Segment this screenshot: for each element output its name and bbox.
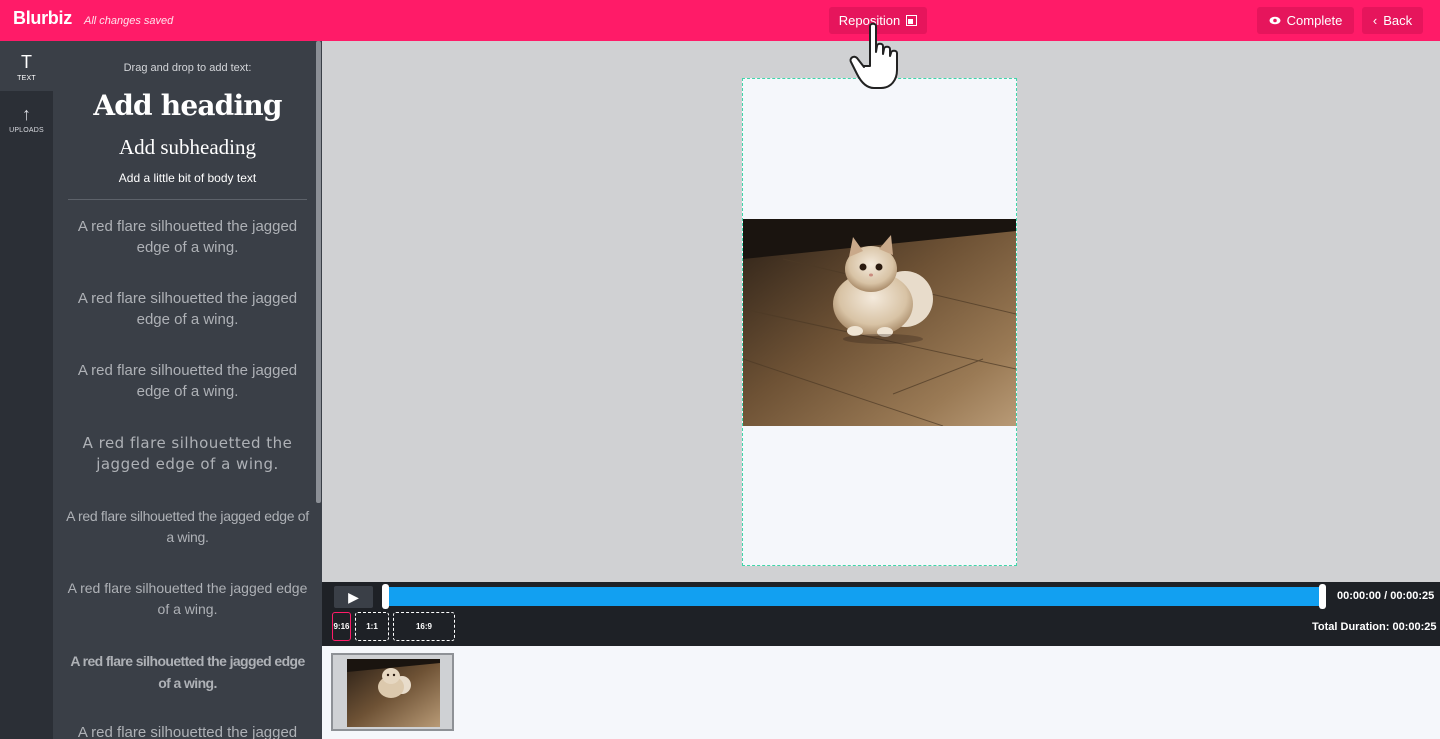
chevron-left-icon: ‹	[1372, 13, 1378, 28]
text-style-sample[interactable]: A red flare silhouetted the jagged edge …	[65, 360, 310, 402]
eye-icon	[1269, 16, 1281, 25]
text-style-sample[interactable]: A red flare silhouetted the jagged edge …	[65, 433, 310, 475]
text-style-sample[interactable]: A red flare silhouetted the jagged edge …	[65, 650, 310, 694]
text-style-sample[interactable]: A red flare silhouetted the jagged edge …	[65, 216, 310, 258]
back-label: Back	[1383, 13, 1413, 28]
upload-arrow-icon: ↑	[22, 104, 31, 124]
text-style-sample[interactable]: A red flare silhouetted the jagged edge …	[65, 578, 310, 620]
clip-thumbnail-image	[347, 659, 440, 727]
total-duration: Total Duration: 00:00:25	[1312, 621, 1437, 633]
clip-strip	[322, 646, 1440, 739]
back-button[interactable]: ‹ Back	[1362, 7, 1423, 34]
rail-item-uploads[interactable]: ↑ UPLOADS	[0, 93, 53, 143]
rail-item-text[interactable]: T TEXT	[0, 41, 53, 91]
trim-handle-end[interactable]	[1319, 584, 1326, 609]
app-logo[interactable]: Blurbiz	[13, 8, 72, 29]
ratio-1-1-button[interactable]: 1:1	[355, 612, 389, 641]
resize-icon	[906, 15, 918, 26]
video-frame[interactable]	[743, 219, 1016, 426]
time-readout: 00:00:00 / 00:00:25	[1337, 590, 1435, 602]
complete-button[interactable]: Complete	[1257, 7, 1354, 34]
panel-scrollbar[interactable]	[316, 41, 321, 503]
top-bar: Blurbiz All changes saved Reposition Com…	[0, 0, 1440, 41]
add-subheading-option[interactable]: Add subheading	[53, 135, 322, 160]
play-icon: ▶	[348, 588, 359, 605]
play-button[interactable]: ▶	[334, 586, 373, 608]
kitten-video-image	[743, 219, 1016, 426]
divider	[68, 199, 307, 200]
save-status: All changes saved	[84, 15, 174, 27]
rail-item-label: UPLOADS	[9, 127, 44, 134]
text-panel: Drag and drop to add text: Add heading A…	[53, 41, 322, 739]
text-style-sample[interactable]: A red flare silhouetted the jagged edge …	[65, 288, 310, 330]
pointer-hand-icon	[849, 22, 898, 89]
ratio-9-16-button[interactable]: 9:16	[332, 612, 351, 641]
tool-rail: T TEXT ↑ UPLOADS	[0, 41, 53, 739]
add-body-text-option[interactable]: Add a little bit of body text	[53, 171, 322, 185]
ratio-16-9-button[interactable]: 16:9	[393, 612, 455, 641]
timeline-track[interactable]	[384, 587, 1325, 606]
text-icon: T	[21, 52, 32, 72]
complete-label: Complete	[1286, 13, 1343, 28]
add-heading-option[interactable]: Add heading	[53, 89, 322, 122]
rail-item-label: TEXT	[17, 75, 36, 82]
panel-hint: Drag and drop to add text:	[123, 62, 252, 74]
text-style-sample[interactable]: A red flare silhouetted the jagged edge …	[65, 506, 310, 548]
trim-handle-start[interactable]	[382, 584, 389, 609]
text-style-sample[interactable]: A red flare silhouetted the jagged	[65, 722, 310, 739]
clip-thumbnail[interactable]	[331, 653, 454, 731]
